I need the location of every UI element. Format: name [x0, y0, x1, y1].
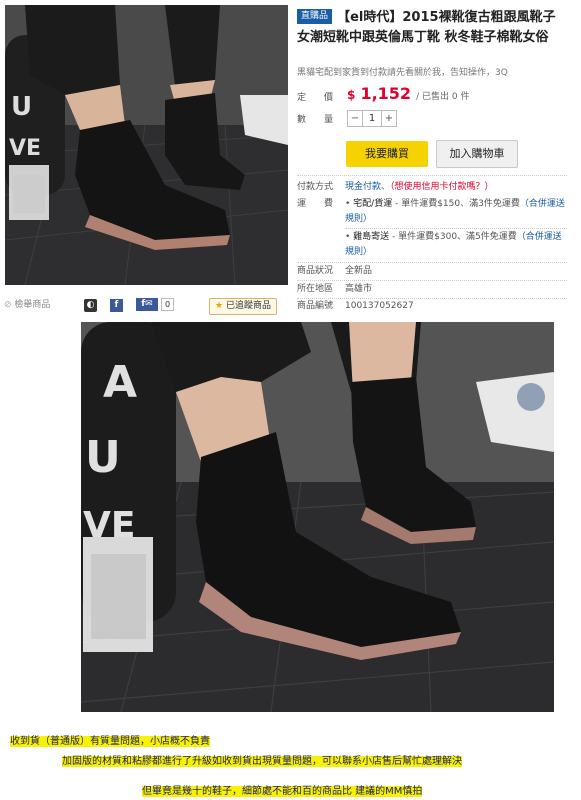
add-to-cart-button[interactable]: 加入購物車	[436, 140, 518, 168]
boots-large-photo-illustration: U VE A	[81, 322, 554, 712]
condition-label: 商品狀況	[297, 266, 334, 276]
note-line-3: 但畢竟是幾十的鞋子，細節處不能和百的商品比 建議的MM慎拍	[142, 782, 423, 797]
location-value: 高雄市	[345, 284, 373, 294]
facebook-share-icon[interactable]: f	[110, 299, 123, 312]
note-line-2-text: 加固版的材質和粘膠都進行了升級如收到貨出現質量問題，可以聯系小店售后幫忙處理解決	[62, 756, 462, 767]
shipping-opt1-detail: - 單件運費$150、滿3件免運費	[392, 199, 520, 209]
location-label: 所在地區	[297, 284, 334, 294]
divider	[297, 280, 567, 281]
svg-text:VE: VE	[9, 136, 41, 161]
shipping-option-2: • 雞島寄送 - 單件運費$300、滿5件免運費（合併運送規則）	[345, 230, 570, 260]
shipping-opt2-name: 雞島寄送	[353, 232, 390, 242]
price-value: 1,152	[360, 84, 412, 103]
product-main-photo: U VE A	[81, 322, 554, 712]
report-icon: ⊘	[4, 300, 12, 310]
star-icon: ★	[215, 301, 224, 311]
divider	[297, 175, 567, 176]
report-product-link[interactable]: ⊘ 檢舉商品	[4, 298, 50, 313]
shipping-option-1: • 宅配/貨運 - 單件運費$150、滿3件免運費（合併運送規則）	[345, 197, 570, 227]
credit-card-link[interactable]: （想使用信用卡付款嗎？）	[390, 182, 494, 192]
product-title-block: 直購品 【el時代】2015裸靴復古粗跟風靴子 女潮短靴中跟英倫馬丁靴 秋冬鞋子…	[297, 6, 567, 46]
line-share-icon[interactable]: ◐	[84, 299, 97, 312]
qty-increment-button[interactable]: +	[382, 111, 396, 126]
facebook-like-icon: f✉	[136, 298, 158, 311]
product-id-value: 100137052627	[345, 301, 414, 311]
report-label: 檢舉商品	[14, 300, 51, 310]
note-line-2: 加固版的材質和粘膠都進行了升級如收到貨出現質量問題，可以聯系小店售后幫忙處理解決	[62, 752, 462, 767]
bullet: •	[345, 199, 354, 209]
qty-input[interactable]: 1	[362, 111, 382, 126]
quantity-stepper: − 1 +	[347, 110, 397, 127]
tracked-label: 已追蹤商品	[225, 301, 271, 311]
note-line-1: 收到貨（普通版）有質量問題，小店概不負責	[10, 732, 210, 747]
svg-text:U: U	[85, 432, 121, 483]
product-subtitle: 黑貓宅配到家貨到付款請先看關於我，告知操作，3Q	[297, 68, 508, 78]
price: $ 1,152 / 已售出 0 件	[347, 84, 470, 103]
tracked-product-button[interactable]: ★ 已追蹤商品	[209, 298, 277, 315]
shipping-label: 運 費	[297, 199, 334, 209]
divider	[297, 262, 567, 263]
product-id-label: 商品編號	[297, 301, 334, 311]
facebook-like-widget[interactable]: f✉ 0	[136, 298, 175, 311]
facebook-like-count: 0	[161, 298, 175, 311]
product-title: 【el時代】2015裸靴復古粗跟風靴子 女潮短靴中跟英倫馬丁靴 秋冬鞋子棉靴女俗	[297, 10, 556, 45]
payment-label: 付款方式	[297, 182, 334, 192]
svg-text:A: A	[103, 357, 137, 408]
qty-decrement-button[interactable]: −	[348, 111, 362, 126]
buy-now-button[interactable]: 我要購買	[346, 141, 428, 167]
note-line-3-text: 但畢竟是幾十的鞋子，細節處不能和百的商品比 建議的MM慎拍	[142, 786, 423, 797]
condition-value: 全新品	[345, 266, 373, 276]
payment-cash: 現金付款	[345, 182, 382, 192]
boots-photo-illustration: U VE	[5, 5, 288, 285]
product-thumbnail-photo[interactable]: U VE	[5, 5, 288, 285]
svg-text:U: U	[11, 92, 32, 122]
location-row: 所在地區 高雄市	[297, 282, 372, 297]
divider	[345, 228, 567, 229]
payment-row: 付款方式 現金付款、（想使用信用卡付款嗎？）	[297, 180, 567, 195]
condition-row: 商品狀況 全新品	[297, 264, 372, 279]
direct-buy-badge: 直購品	[297, 9, 333, 24]
product-id-row: 商品編號 100137052627	[297, 299, 414, 314]
quantity-label: 數 量	[297, 115, 334, 125]
sold-count: / 已售出 0 件	[416, 92, 470, 102]
shipping-opt2-detail: - 單件運費$300、滿5件免運費	[389, 232, 517, 242]
price-label: 定 價	[297, 93, 334, 103]
shipping-opt1-name: 宅配/貨運	[353, 199, 393, 209]
payment-separator: 、	[381, 182, 391, 192]
bullet: •	[345, 232, 354, 242]
price-currency: $	[347, 88, 356, 102]
note-line-1-text: 收到貨（普通版）有質量問題，小店概不負責	[10, 736, 210, 747]
